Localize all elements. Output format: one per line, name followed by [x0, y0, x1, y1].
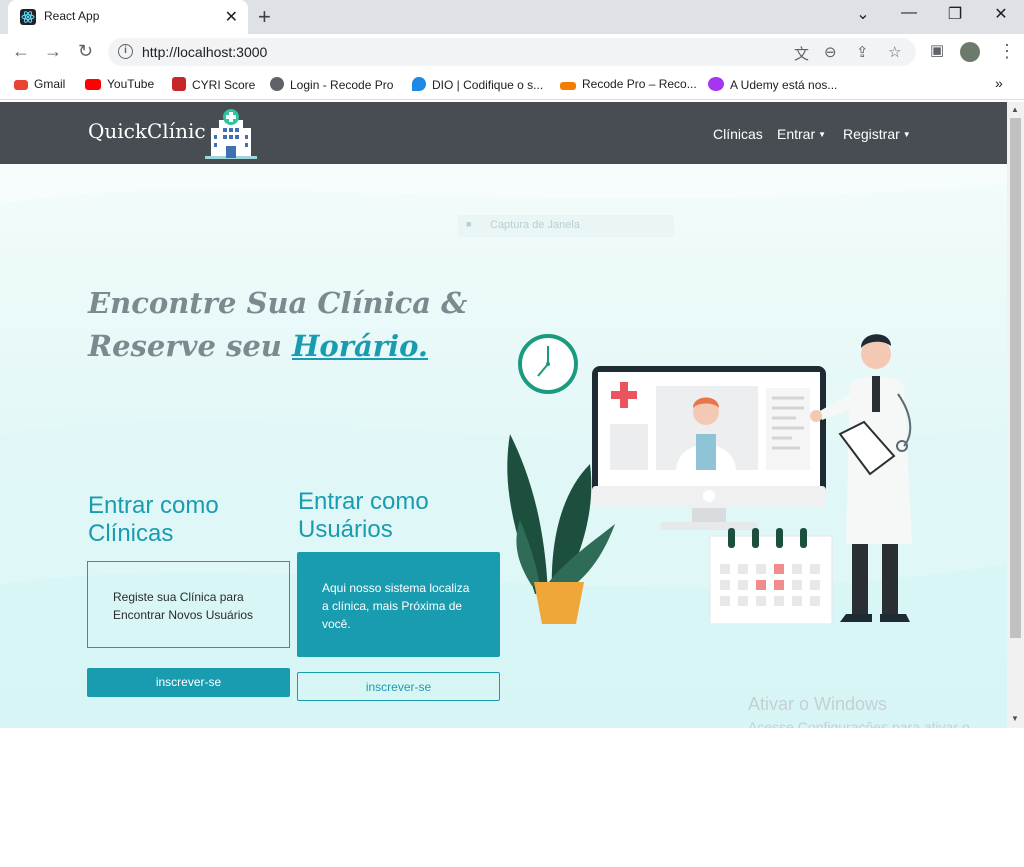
brand-logo-text[interactable]: QuickClínic	[88, 119, 206, 143]
side-panel-icon[interactable]: ▣	[930, 41, 944, 59]
nav-registrar-dropdown[interactable]: Registrar ▼	[843, 126, 911, 142]
scroll-up-icon[interactable]: ▲	[1011, 105, 1019, 114]
react-icon	[20, 9, 36, 25]
capture-overlay-label: ■ Captura de Janela	[458, 215, 674, 237]
nav-clinicas[interactable]: Clínicas	[713, 126, 763, 142]
bookmark-gmail[interactable]: Gmail	[14, 77, 65, 91]
clinicas-card: Registe sua Clínica para Encontrar Novos…	[87, 561, 290, 648]
hero-headline: Encontre Sua Clínica & Reserve seu Horár…	[88, 282, 467, 368]
headline-highlight: Horário.	[291, 329, 429, 363]
doctor-telemedicine-illustration	[507, 334, 912, 624]
tab-search-icon[interactable]: ⌄	[840, 4, 886, 24]
browser-tab-strip: React App ✕ + ⌄ — ❐ ✕	[0, 0, 1024, 34]
watermark-title: Ativar o Windows	[748, 694, 888, 714]
gmail-icon	[14, 80, 28, 90]
cyri-icon	[172, 77, 186, 91]
scrollbar-thumb[interactable]	[1010, 118, 1021, 638]
caret-down-icon: ▼	[902, 130, 911, 139]
scroll-down-icon[interactable]: ▼	[1011, 714, 1019, 723]
youtube-icon	[85, 79, 101, 90]
zoom-icon[interactable]: ⊖	[824, 43, 837, 61]
udemy-icon	[708, 77, 724, 91]
bookmark-udemy[interactable]: A Udemy está nos...	[708, 77, 837, 92]
browser-tab[interactable]: React App ✕	[8, 0, 248, 34]
minimize-icon[interactable]: —	[886, 4, 932, 22]
dio-icon	[412, 77, 426, 91]
back-icon[interactable]: ←	[12, 41, 30, 62]
address-bar[interactable]: i http://localhost:3000 文 ⊖ ⇪ ☆	[108, 38, 916, 66]
menu-icon[interactable]: ⋮	[998, 41, 1016, 62]
bookmark-login-recode[interactable]: Login - Recode Pro	[270, 77, 393, 92]
site-navbar: QuickClínic Clínicas Entrar ▼ Registrar ▼	[0, 102, 1007, 164]
new-tab-icon[interactable]: +	[258, 4, 271, 30]
translate-icon[interactable]: 文	[794, 43, 809, 64]
headline-line-2: Reserve seu Horário.	[88, 329, 429, 363]
bookmark-cyri[interactable]: CYRI Score	[172, 77, 255, 92]
monitor-icon	[592, 366, 826, 530]
windows-activation-watermark: Ativar o Windows Acesse Configurações pa…	[748, 694, 998, 728]
bookmark-recode-pro[interactable]: Recode Pro – Reco...	[560, 77, 697, 91]
calendar-icon	[709, 528, 833, 624]
clinicas-section-title: Entrar como Clínicas	[88, 492, 219, 547]
bookmarks-bar: Gmail YouTube CYRI Score Login - Recode …	[0, 70, 1024, 100]
headline-line-1: Encontre Sua Clínica &	[88, 286, 468, 320]
clinicas-signup-button[interactable]: inscrever-se	[87, 668, 290, 697]
recode-pro-icon	[560, 82, 576, 90]
hospital-icon	[205, 109, 257, 159]
close-tab-icon[interactable]: ✕	[225, 7, 238, 27]
bookmark-star-icon[interactable]: ☆	[888, 43, 901, 61]
globe-icon	[270, 77, 284, 91]
restore-icon[interactable]: ❐	[932, 4, 978, 24]
hero-section: ■ Captura de Janela Encontre Sua Clínica…	[0, 164, 1007, 728]
usuarios-card: Aqui nosso sistema localiza a clínica, m…	[297, 552, 500, 657]
share-icon[interactable]: ⇪	[856, 43, 869, 61]
window-close-icon[interactable]: ✕	[978, 4, 1024, 24]
bookmark-dio[interactable]: DIO | Codifique o s...	[412, 77, 543, 92]
caret-down-icon: ▼	[818, 130, 827, 139]
watermark-subtitle: Acesse Configurações para ativar o Windo…	[748, 719, 970, 728]
more-bookmarks-icon[interactable]: »	[995, 75, 1003, 91]
usuarios-section-title: Entrar como Usuários	[298, 488, 429, 543]
info-icon[interactable]: i	[118, 44, 133, 59]
page-viewport: QuickClínic Clínicas Entrar ▼ Registrar ▼	[0, 102, 1007, 728]
clinicas-card-text: Registe sua Clínica para Encontrar Novos…	[113, 590, 254, 622]
url-text[interactable]: http://localhost:3000	[142, 44, 267, 60]
browser-toolbar: ← → ↻ i http://localhost:3000 文 ⊖ ⇪ ☆ ▣ …	[0, 34, 1024, 70]
forward-icon[interactable]: →	[44, 41, 62, 62]
capture-icon: ■	[466, 219, 472, 229]
nav-entrar-dropdown[interactable]: Entrar ▼	[777, 126, 826, 142]
usuarios-card-text: Aqui nosso sistema localiza a clínica, m…	[322, 581, 470, 631]
reload-icon[interactable]: ↻	[78, 41, 93, 62]
clock-icon	[518, 334, 578, 394]
bookmark-youtube[interactable]: YouTube	[85, 77, 154, 91]
avatar[interactable]	[960, 42, 980, 62]
usuarios-signup-button[interactable]: inscrever-se	[297, 672, 500, 701]
page-scrollbar[interactable]: ▲ ▼	[1007, 102, 1024, 728]
tab-title: React App	[44, 9, 100, 23]
